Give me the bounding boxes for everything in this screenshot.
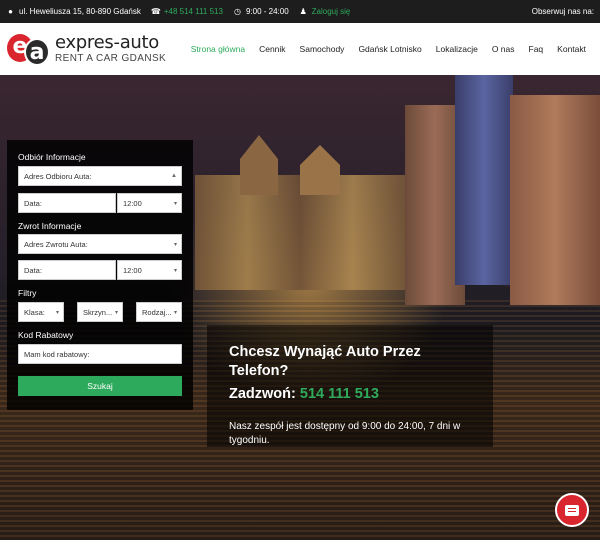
nav-menu: Strona główna Cennik Samochody Gdańsk Lo… (177, 44, 586, 54)
promo-code-placeholder: Mam kod rabatowy: (24, 349, 90, 359)
chat-button[interactable] (555, 493, 589, 527)
building-silhouette (300, 145, 340, 195)
phone-box-call: Zadzwoń: 514 111 513 (229, 385, 471, 404)
logo-mark: e a (7, 32, 51, 66)
call-prefix: Zadzwoń: (229, 386, 296, 402)
type-filter-select[interactable]: Rodzaj... ▾ (136, 302, 182, 322)
chevron-down-icon: ▾ (173, 310, 177, 316)
crane-gate-wood (455, 75, 513, 285)
phone-rental-box: Chcesz Wynająć Auto Przez Telefon? Zadzw… (207, 325, 493, 447)
crane-gate-tower (510, 95, 600, 305)
return-address-select[interactable]: Adres Zwrotu Auta: ▾ (18, 234, 182, 254)
phone-number-link[interactable]: 514 111 513 (300, 386, 379, 402)
logo-text: expres-auto RENT A CAR GDANSK (55, 33, 166, 65)
logo-a-circle: a (24, 38, 50, 66)
pickup-section-label: Odbiór Informacje (18, 152, 86, 162)
map-pin-icon: ● (8, 7, 13, 16)
pickup-date-placeholder: Data: (24, 198, 42, 208)
type-filter-value: Rodzaj... (142, 307, 172, 317)
top-info-bar: ● ul. Heweliusza 15, 80-890 Gdańsk ☎ +48… (0, 0, 600, 23)
follow-us-text: Obserwuj nas na: (531, 7, 594, 16)
nav-item-gdansk-lotnisko[interactable]: Gdańsk Lotnisko (358, 44, 421, 54)
nav-item-lokalizacje[interactable]: Lokalizacje (436, 44, 478, 54)
hero-background: Odbiór Informacje Adres Odbioru Auta: ▲︎… (0, 75, 600, 540)
search-panel: Odbiór Informacje Adres Odbioru Auta: ▲︎… (7, 140, 193, 410)
promo-section-label: Kod Rabatowy (18, 330, 74, 340)
hours-item: ◷ 9:00 - 24:00 (233, 7, 289, 16)
return-time-select[interactable]: 12:00 ▾ (117, 260, 182, 280)
nav-item-faq[interactable]: Faq (529, 44, 544, 54)
chevron-down-icon: ▾ (55, 310, 59, 316)
logo-title: expres-auto (55, 32, 159, 53)
nav-item-cennik[interactable]: Cennik (259, 44, 285, 54)
promo-code-input[interactable]: Mam kod rabatowy: (18, 344, 182, 364)
return-date-input[interactable]: Data: (18, 260, 116, 280)
return-section-label: Zwrot Informacje (18, 221, 82, 231)
chevron-down-icon: ▾ (173, 242, 177, 248)
login-link[interactable]: Zaloguj się (312, 7, 351, 16)
chevron-down-icon: ▲︎ (171, 173, 177, 179)
class-filter-value: Klasa: (24, 307, 45, 317)
pickup-address-select[interactable]: Adres Odbioru Auta: ▲︎ (18, 166, 182, 186)
login-item[interactable]: ♟ Zaloguj się (299, 7, 351, 16)
return-date-placeholder: Data: (24, 265, 42, 275)
nav-item-kontakt[interactable]: Kontakt (557, 44, 586, 54)
return-address-value: Adres Zwrotu Auta: (24, 239, 88, 249)
return-time-value: 12:00 (123, 265, 142, 275)
pickup-time-select[interactable]: 12:00 ▾ (117, 193, 182, 213)
class-filter-select[interactable]: Klasa: ▾ (18, 302, 64, 322)
nav-item-o-nas[interactable]: O nas (492, 44, 515, 54)
chevron-down-icon: ▾ (173, 201, 177, 207)
main-navbar: e a expres-auto RENT A CAR GDANSK Strona… (0, 23, 600, 75)
phone-box-title: Chcesz Wynająć Auto Przez Telefon? (229, 344, 421, 379)
clock-icon: ◷ (233, 7, 241, 16)
page-content-start (0, 540, 600, 560)
pickup-address-value: Adres Odbioru Auta: (24, 171, 92, 181)
phone-box-text: Nasz zespół jest dostępny od 9:00 do 24:… (229, 421, 461, 446)
nav-item-samochody[interactable]: Samochody (300, 44, 345, 54)
filters-section-label: Filtry (18, 288, 37, 298)
address-item: ● ul. Heweliusza 15, 80-890 Gdańsk (6, 7, 141, 16)
phone-item[interactable]: ☎ +48 514 111 513 (151, 7, 223, 16)
logo[interactable]: e a expres-auto RENT A CAR GDANSK (7, 32, 166, 66)
pickup-time-value: 12:00 (123, 198, 142, 208)
hours-text: 9:00 - 24:00 (245, 7, 289, 16)
logo-subtitle: RENT A CAR GDANSK (55, 53, 167, 64)
phone-link[interactable]: +48 514 111 513 (164, 7, 223, 16)
search-button[interactable]: Szukaj (18, 376, 182, 396)
user-icon: ♟ (299, 7, 307, 16)
phone-icon: ☎ (150, 7, 161, 16)
nav-item-strona-glowna[interactable]: Strona główna (191, 44, 245, 54)
address-text: ul. Heweliusza 15, 80-890 Gdańsk (19, 7, 141, 16)
building-silhouette (240, 135, 278, 195)
gearbox-filter-value: Skrzyn... (83, 307, 113, 317)
chevron-down-icon: ▾ (173, 268, 177, 274)
pickup-date-input[interactable]: Data: (18, 193, 116, 213)
gearbox-filter-select[interactable]: Skrzyn... ▾ (77, 302, 123, 322)
chat-icon (565, 504, 579, 516)
chevron-down-icon: ▾ (114, 310, 118, 316)
